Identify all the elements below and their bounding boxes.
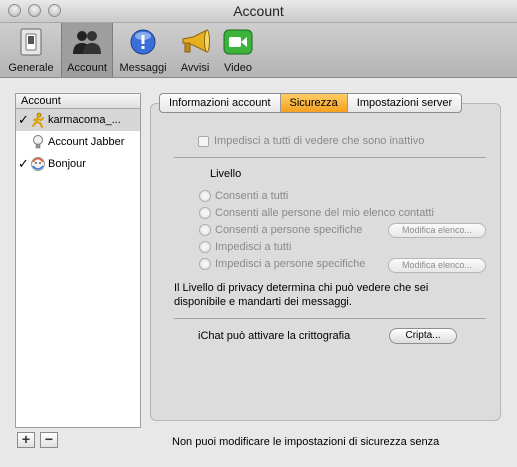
video-camera-icon: [223, 29, 253, 55]
account-row-bonjour[interactable]: ✓ Bonjour: [16, 153, 140, 175]
account-name: Bonjour: [48, 158, 86, 170]
separator: [174, 157, 486, 158]
toolbar-item-generale[interactable]: Generale: [2, 23, 60, 77]
radio-block-specific[interactable]: [199, 258, 211, 270]
option-allow-all: Consenti a tutti: [215, 190, 289, 202]
account-name: karmacoma_...: [48, 114, 121, 126]
account-row-karmacoma[interactable]: ✓ karmacoma_...: [16, 109, 140, 131]
radio-allow-all[interactable]: [199, 190, 211, 202]
switch-icon: [20, 28, 42, 56]
remove-account-button[interactable]: −: [40, 432, 58, 448]
toolbar-label: Generale: [8, 62, 54, 74]
bonjour-icon: [31, 157, 45, 171]
title-bar: Account: [0, 0, 517, 23]
megaphone-icon: [182, 29, 210, 53]
toolbar-label: Video: [224, 62, 252, 74]
toolbar-item-account[interactable]: Account: [61, 23, 113, 77]
option-block-all: Impedisci a tutti: [215, 241, 292, 253]
footer-note: Non puoi modificare le impostazioni di s…: [172, 436, 440, 448]
enabled-check-icon[interactable]: ✓: [18, 109, 29, 131]
preferences-toolbar: Generale Account Messaggi Avvisi Video: [0, 23, 517, 78]
separator: [174, 318, 486, 319]
tab-informazioni-account[interactable]: Informazioni account: [160, 94, 281, 112]
option-allow-contacts: Consenti alle persone del mio elenco con…: [215, 207, 434, 219]
option-block-specific: Impedisci a persone specifiche: [215, 258, 366, 270]
hide-idle-checkbox[interactable]: [198, 136, 209, 147]
toolbar-label: Account: [67, 62, 107, 74]
edit-block-list-button[interactable]: Modifica elenco...: [388, 258, 486, 273]
account-tabs: Informazioni account Sicurezza Impostazi…: [159, 93, 463, 113]
radio-allow-specific[interactable]: [199, 224, 211, 236]
hide-idle-label: Impedisci a tutti di vedere che sono ina…: [214, 135, 425, 147]
aim-runner-icon: [32, 112, 44, 128]
encryption-label: iChat può attivare la crittografia: [198, 330, 351, 342]
tab-sicurezza[interactable]: Sicurezza: [280, 94, 348, 112]
encrypt-button[interactable]: Cripta...: [389, 328, 457, 344]
radio-block-all[interactable]: [199, 241, 211, 253]
account-row-jabber[interactable]: Account Jabber: [16, 131, 140, 153]
toolbar-label: Avvisi: [180, 62, 210, 74]
toolbar-label: Messaggi: [119, 62, 167, 74]
add-account-button[interactable]: +: [17, 432, 35, 448]
account-list-header: Account: [16, 94, 140, 109]
privacy-description-line1: Il Livello di privacy determina chi può …: [174, 282, 429, 294]
account-name: Account Jabber: [48, 136, 125, 148]
messages-icon: [130, 29, 156, 55]
toolbar-item-messaggi[interactable]: Messaggi: [115, 23, 171, 77]
privacy-description-line2: disponibile e mandarti dei messaggi.: [174, 296, 352, 308]
radio-allow-contacts[interactable]: [199, 207, 211, 219]
toolbar-item-video[interactable]: Video: [218, 23, 258, 77]
window-title: Account: [233, 3, 284, 19]
privacy-level-title: Livello: [210, 168, 242, 180]
edit-allow-list-button[interactable]: Modifica elenco...: [388, 223, 486, 238]
lightbulb-icon: [33, 135, 43, 149]
tab-impostazioni-server[interactable]: Impostazioni server: [348, 94, 461, 112]
enabled-check-icon[interactable]: ✓: [18, 153, 29, 175]
account-list[interactable]: Account ✓ karmacoma_... Account Jabber ✓…: [15, 93, 141, 428]
option-allow-specific: Consenti a persone specifiche: [215, 224, 363, 236]
accounts-icon: [73, 31, 101, 54]
toolbar-item-avvisi[interactable]: Avvisi: [173, 23, 217, 77]
